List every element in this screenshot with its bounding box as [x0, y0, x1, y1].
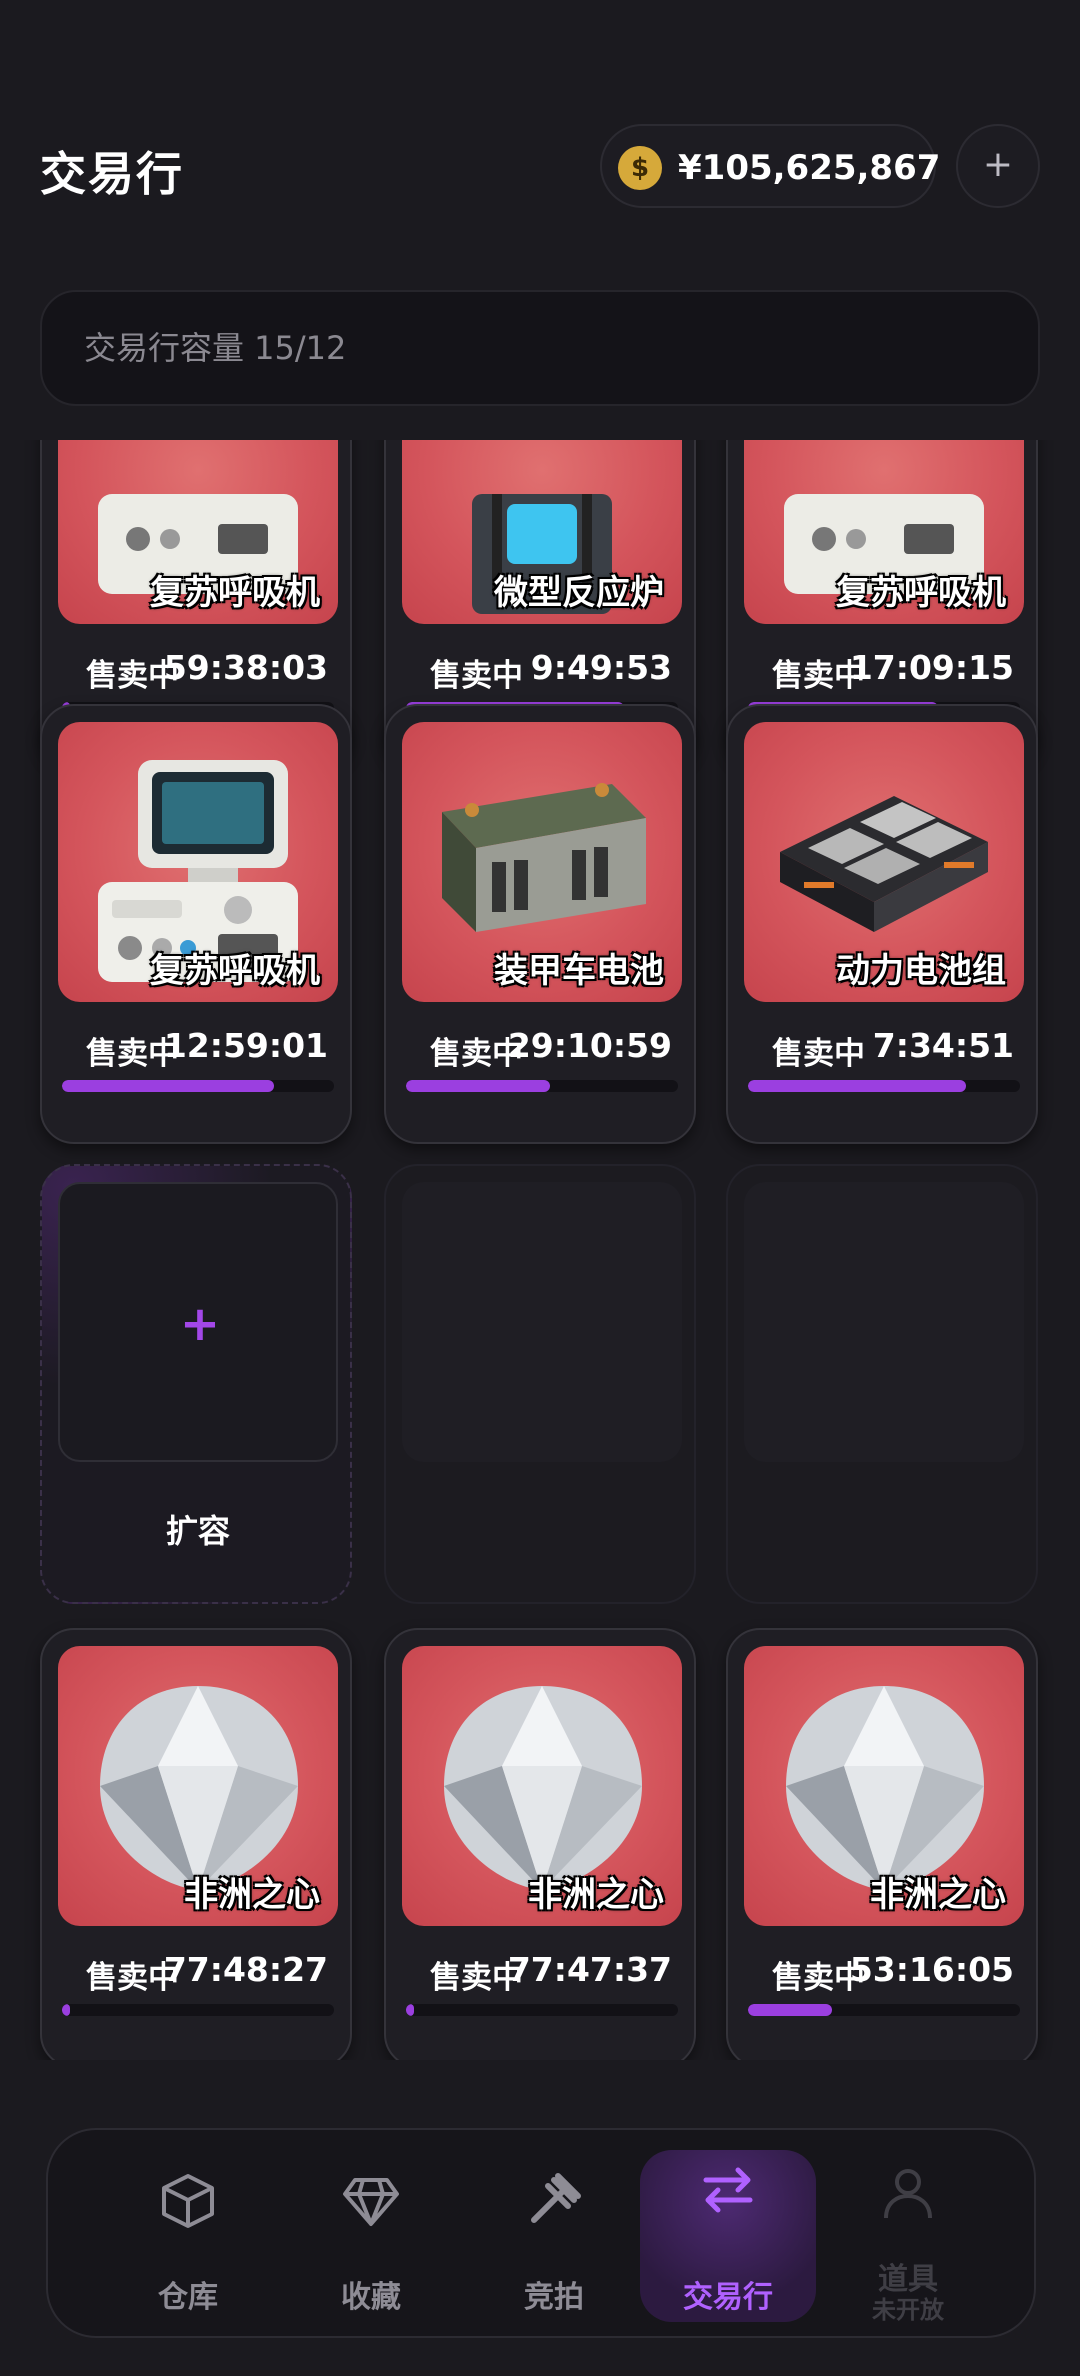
capacity-bar: 交易行容量 15/12: [40, 290, 1040, 406]
countdown-timer: 77:48:27: [163, 1950, 328, 1989]
expand-slot-frame: +: [58, 1182, 338, 1462]
bottom-nav: 仓库 收藏 竞拍 交易行 道具 未开放: [46, 2128, 1036, 2338]
progress-fill: [748, 1080, 966, 1092]
item-image: 非洲之心: [58, 1646, 338, 1926]
balance-pill[interactable]: $ ¥105,625,867: [600, 124, 940, 208]
nav-label: 交易行: [683, 2280, 773, 2315]
item-name: 微型反应炉: [494, 573, 664, 613]
countdown-timer: 77:47:37: [507, 1950, 672, 1989]
item-image: 复苏呼吸机: [58, 722, 338, 1002]
diamond-icon: [343, 2178, 399, 2226]
coin-icon: $: [618, 146, 662, 190]
progress-track: [406, 1080, 678, 1092]
header: 交易行 $ ¥105,625,867 +: [0, 120, 1080, 214]
progress-track: [748, 2004, 1020, 2016]
nav-label: 收藏: [341, 2280, 401, 2315]
nav-warehouse[interactable]: 仓库: [98, 2130, 278, 2340]
nav-collection[interactable]: 收藏: [281, 2130, 461, 2340]
progress-fill: [62, 1080, 275, 1092]
empty-slot-frame: [744, 1182, 1024, 1462]
nav-items: 道具 未开放: [818, 2130, 998, 2340]
item-image: 动力电池组: [744, 722, 1024, 1002]
item-image: 非洲之心: [744, 1646, 1024, 1926]
status-label: 售卖中: [772, 1036, 865, 1072]
listing-card[interactable]: 非洲之心 售卖中 77:47:37: [384, 1628, 696, 2060]
countdown-timer: 53:16:05: [849, 1950, 1014, 1989]
nav-trading-house[interactable]: 交易行: [638, 2130, 818, 2340]
item-name: 非洲之心: [184, 1875, 320, 1915]
expand-label: 扩容: [165, 1512, 230, 1550]
countdown-timer: 7:34:51: [872, 1026, 1014, 1065]
empty-slot: [384, 1164, 696, 1604]
progress-fill: [406, 1080, 551, 1092]
progress-track: [62, 1080, 334, 1092]
item-name: 复苏呼吸机: [150, 573, 320, 613]
countdown-timer: 29:10:59: [507, 1026, 672, 1065]
listing-card[interactable]: 装甲车电池 售卖中 29:10:59: [384, 704, 696, 1144]
countdown-timer: 59:38:03: [163, 648, 328, 687]
listing-card[interactable]: 复苏呼吸机 售卖中 12:59:01: [40, 704, 352, 1144]
item-image: 复苏呼吸机: [744, 440, 1024, 624]
expand-capacity-slot[interactable]: + 扩容: [40, 1164, 352, 1604]
progress-track: [62, 2004, 334, 2016]
status-label: 售卖中: [430, 658, 523, 694]
listing-card[interactable]: 非洲之心 售卖中 53:16:05: [726, 1628, 1038, 2060]
progress-fill: [406, 2004, 415, 2016]
capacity-label: 交易行容量 15/12: [84, 329, 347, 367]
nav-label: 竞拍: [524, 2280, 584, 2315]
progress-track: [748, 1080, 1020, 1092]
item-name: 非洲之心: [528, 1875, 664, 1915]
add-funds-button[interactable]: +: [956, 124, 1040, 208]
box-icon: [162, 2174, 214, 2228]
gavel-icon: [531, 2173, 581, 2223]
item-image: 复苏呼吸机: [58, 440, 338, 624]
balance-value: ¥105,625,867: [678, 148, 941, 188]
countdown-timer: 12:59:01: [163, 1026, 328, 1065]
listing-card[interactable]: 动力电池组 售卖中 7:34:51: [726, 704, 1038, 1144]
item-name: 动力电池组: [836, 951, 1006, 991]
listing-card[interactable]: 非洲之心 售卖中 77:48:27: [40, 1628, 352, 2060]
item-image: 微型反应炉: [402, 440, 682, 624]
progress-track: [406, 2004, 678, 2016]
item-image: 非洲之心: [402, 1646, 682, 1926]
item-name: 复苏呼吸机: [836, 573, 1006, 613]
user-icon: [884, 2169, 932, 2219]
empty-slot: [726, 1164, 1038, 1604]
progress-fill: [62, 2004, 71, 2016]
item-name: 非洲之心: [870, 1875, 1006, 1915]
listing-grid[interactable]: 复苏呼吸机 售卖中 59:38:03 微型反应炉 售卖中 9:49:53 复苏呼…: [0, 440, 1080, 2060]
empty-slot-frame: [402, 1182, 682, 1462]
nav-label: 仓库: [158, 2280, 218, 2315]
nav-auction[interactable]: 竞拍: [464, 2130, 644, 2340]
page-title: 交易行: [40, 147, 184, 201]
countdown-timer: 9:49:53: [530, 648, 672, 687]
item-name: 复苏呼吸机: [150, 951, 320, 991]
plus-icon: +: [179, 1296, 221, 1352]
swap-arrows-icon: [703, 2167, 753, 2213]
item-name: 装甲车电池: [494, 951, 664, 991]
progress-fill: [748, 2004, 833, 2016]
countdown-timer: 17:09:15: [849, 648, 1014, 687]
item-image: 装甲车电池: [402, 722, 682, 1002]
nav-sub-label: 未开放: [872, 2296, 944, 2324]
